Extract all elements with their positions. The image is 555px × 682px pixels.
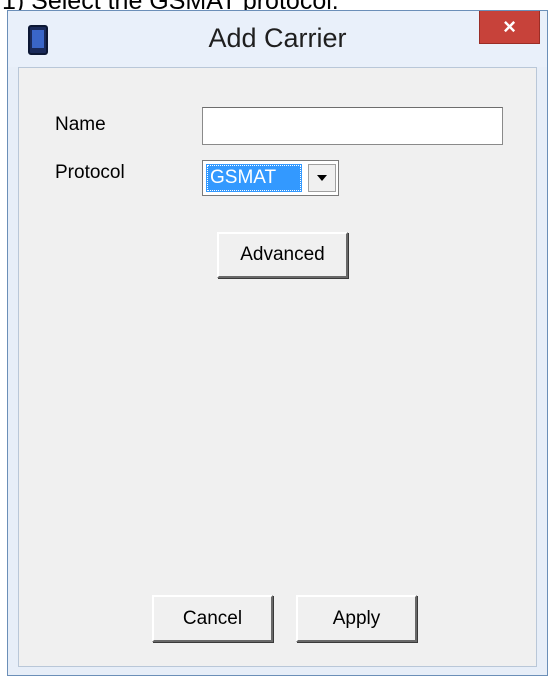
protocol-selected-value: GSMAT: [206, 164, 302, 192]
protocol-label: Protocol: [55, 162, 125, 183]
cancel-button[interactable]: Cancel: [152, 595, 273, 642]
apply-button[interactable]: Apply: [296, 595, 417, 642]
dialog-body: Name Protocol GSMAT Advanced Cancel Appl…: [18, 67, 537, 667]
chevron-down-icon[interactable]: [308, 164, 336, 192]
name-field[interactable]: [202, 107, 503, 145]
protocol-select[interactable]: GSMAT: [202, 160, 339, 196]
dialog-title: Add Carrier: [208, 23, 347, 53]
add-carrier-dialog: Add Carrier × Name Protocol GSMAT Advanc…: [7, 10, 548, 676]
title-bar[interactable]: Add Carrier ×: [8, 11, 547, 67]
name-label: Name: [55, 114, 106, 135]
advanced-button[interactable]: Advanced: [217, 232, 348, 278]
close-button[interactable]: ×: [479, 11, 540, 44]
